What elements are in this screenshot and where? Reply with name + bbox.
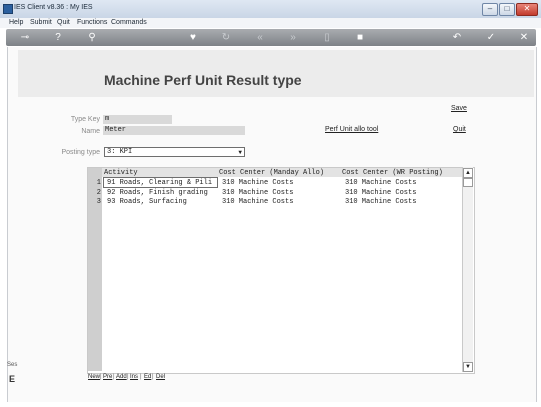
session-icon: E bbox=[9, 374, 16, 384]
activity-cell[interactable]: 92 Roads, Finish grading bbox=[107, 189, 208, 197]
back-icon[interactable]: ↶ bbox=[450, 31, 464, 44]
window-title: IES Client v8.36 : My IES bbox=[14, 4, 93, 11]
cc-manday-cell[interactable]: 310 Machine Costs bbox=[222, 198, 293, 206]
app-icon bbox=[3, 4, 13, 14]
column-header-activity[interactable]: Activity bbox=[104, 169, 138, 177]
ok-icon[interactable]: ✓ bbox=[484, 31, 498, 44]
session-tab-label: Ses bbox=[7, 362, 18, 368]
key-icon[interactable]: ⊸ bbox=[16, 31, 34, 44]
window-titlebar: IES Client v8.36 : My IES bbox=[0, 0, 541, 19]
column-header-cc-manday[interactable]: Cost Center (Manday Allo) bbox=[219, 169, 324, 177]
search-icon[interactable]: ⚲ bbox=[85, 31, 99, 44]
cc-wr-cell[interactable]: 310 Machine Costs bbox=[345, 198, 416, 206]
last-icon[interactable]: » bbox=[286, 31, 300, 44]
row-number: 1 bbox=[96, 179, 101, 187]
posting-type-select[interactable]: 3: KPI ▼ bbox=[104, 147, 245, 157]
delete-button[interactable]: Del bbox=[156, 374, 165, 380]
type-key-field[interactable]: m bbox=[103, 115, 172, 124]
separator: | bbox=[113, 374, 115, 380]
help-icon[interactable]: ? bbox=[51, 31, 65, 44]
close-window-button[interactable]: ✕ bbox=[516, 3, 538, 16]
add-button[interactable]: Add bbox=[116, 374, 127, 380]
row-number: 3 bbox=[96, 198, 101, 206]
menu-functions[interactable]: Functions bbox=[77, 18, 107, 28]
row-number: 2 bbox=[96, 189, 101, 197]
menu-quit[interactable]: Quit bbox=[57, 18, 70, 28]
edit-button[interactable]: Ed bbox=[144, 374, 151, 380]
separator: | bbox=[127, 374, 129, 380]
quit-link[interactable]: Quit bbox=[453, 126, 466, 133]
cc-wr-cell[interactable]: 310 Machine Costs bbox=[345, 179, 416, 187]
column-header-cc-wr[interactable]: Cost Center (WR Posting) bbox=[342, 169, 443, 177]
activity-cell[interactable]: 91 Roads, Clearing & Pili bbox=[107, 179, 212, 187]
perf-unit-allo-tool-link[interactable]: Perf Unit allo tool bbox=[325, 126, 378, 133]
cc-manday-cell[interactable]: 310 Machine Costs bbox=[222, 179, 293, 187]
minimize-button[interactable]: – bbox=[482, 3, 498, 16]
scroll-thumb[interactable] bbox=[463, 178, 473, 187]
cc-wr-cell[interactable]: 310 Machine Costs bbox=[345, 189, 416, 197]
new-button[interactable]: New bbox=[88, 374, 100, 380]
stop-icon[interactable]: ■ bbox=[353, 31, 367, 44]
chevron-down-icon: ▼ bbox=[238, 149, 242, 156]
menu-submit[interactable]: Submit bbox=[30, 18, 52, 28]
posting-type-value: 3: KPI bbox=[107, 148, 133, 156]
scroll-up-icon[interactable]: ▲ bbox=[463, 168, 473, 178]
separator: | bbox=[100, 374, 102, 380]
heart-icon[interactable]: ♥ bbox=[186, 31, 200, 44]
session-tab[interactable]: Ses E bbox=[7, 362, 18, 392]
maximize-button[interactable]: □ bbox=[499, 3, 515, 16]
save-link[interactable]: Save bbox=[451, 105, 467, 112]
close-icon[interactable]: ✕ bbox=[517, 31, 531, 44]
type-key-label: Type Key bbox=[70, 116, 100, 123]
scroll-down-icon[interactable]: ▼ bbox=[463, 362, 473, 372]
first-icon[interactable]: « bbox=[253, 31, 267, 44]
separator: | bbox=[152, 374, 154, 380]
separator: | bbox=[140, 374, 142, 380]
name-field[interactable]: Meter bbox=[103, 126, 245, 135]
activity-cell[interactable]: 93 Roads, Surfacing bbox=[107, 198, 187, 206]
page-title: Machine Perf Unit Result type bbox=[104, 72, 302, 88]
name-label: Name bbox=[81, 128, 100, 135]
pre-button[interactable]: Pre bbox=[103, 374, 112, 380]
menu-help[interactable]: Help bbox=[9, 18, 23, 28]
cc-manday-cell[interactable]: 310 Machine Costs bbox=[222, 189, 293, 197]
posting-type-label: Posting type bbox=[61, 149, 100, 156]
menu-commands[interactable]: Commands bbox=[111, 18, 147, 28]
refresh-icon[interactable]: ↻ bbox=[219, 31, 233, 44]
ins-button[interactable]: Ins bbox=[130, 374, 138, 380]
trash-icon[interactable]: ▯ bbox=[320, 31, 334, 44]
grid-scrollbar[interactable] bbox=[462, 167, 473, 372]
